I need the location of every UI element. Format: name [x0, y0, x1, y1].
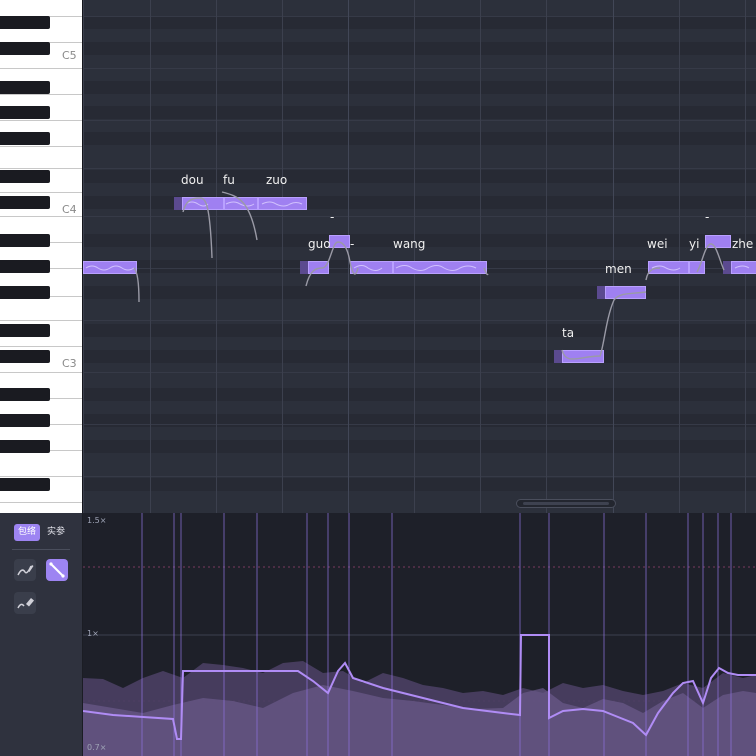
tab-envelope[interactable]: 包络	[14, 524, 40, 541]
piano-roll: C5 C4 C3 dou fu zuo guo - - wang ta men …	[0, 0, 756, 513]
tab-real-param[interactable]: 实参	[42, 524, 70, 541]
line-tool-icon[interactable]	[46, 559, 68, 581]
note-lyric: zuo	[266, 173, 288, 187]
note-lyric: fu	[223, 173, 235, 187]
y-axis-label-max: 1.5×	[87, 516, 107, 525]
parameter-curve-area[interactable]	[83, 513, 756, 756]
note-lyric: -	[350, 237, 355, 251]
pitch-curve	[85, 191, 750, 360]
note-lyric: men	[605, 262, 632, 276]
y-axis-label-mid: 1×	[87, 629, 99, 638]
note-lyric: dou	[181, 173, 204, 187]
scrollbar-thumb[interactable]	[523, 502, 609, 505]
y-axis-label-min: 0.7×	[87, 743, 107, 752]
note-lyric: wang	[393, 237, 426, 251]
pencil-curve-icon[interactable]	[14, 559, 36, 581]
note-lyric: -	[705, 210, 710, 224]
eraser-icon[interactable]	[14, 592, 36, 614]
parameter-editor[interactable]: 1.5× 1× 0.7×	[83, 513, 756, 756]
divider	[12, 549, 70, 550]
horizontal-scrollbar[interactable]	[516, 499, 616, 508]
param-tool-panel: 包络 实参	[0, 513, 83, 756]
note-lyric: -	[330, 210, 335, 224]
note-lyric: ta	[562, 326, 575, 340]
note-lyric: zhe	[732, 237, 754, 251]
note-lyric: wei	[647, 237, 668, 251]
note-lyric: yi	[689, 237, 700, 251]
note-lyric: guo	[308, 237, 331, 251]
